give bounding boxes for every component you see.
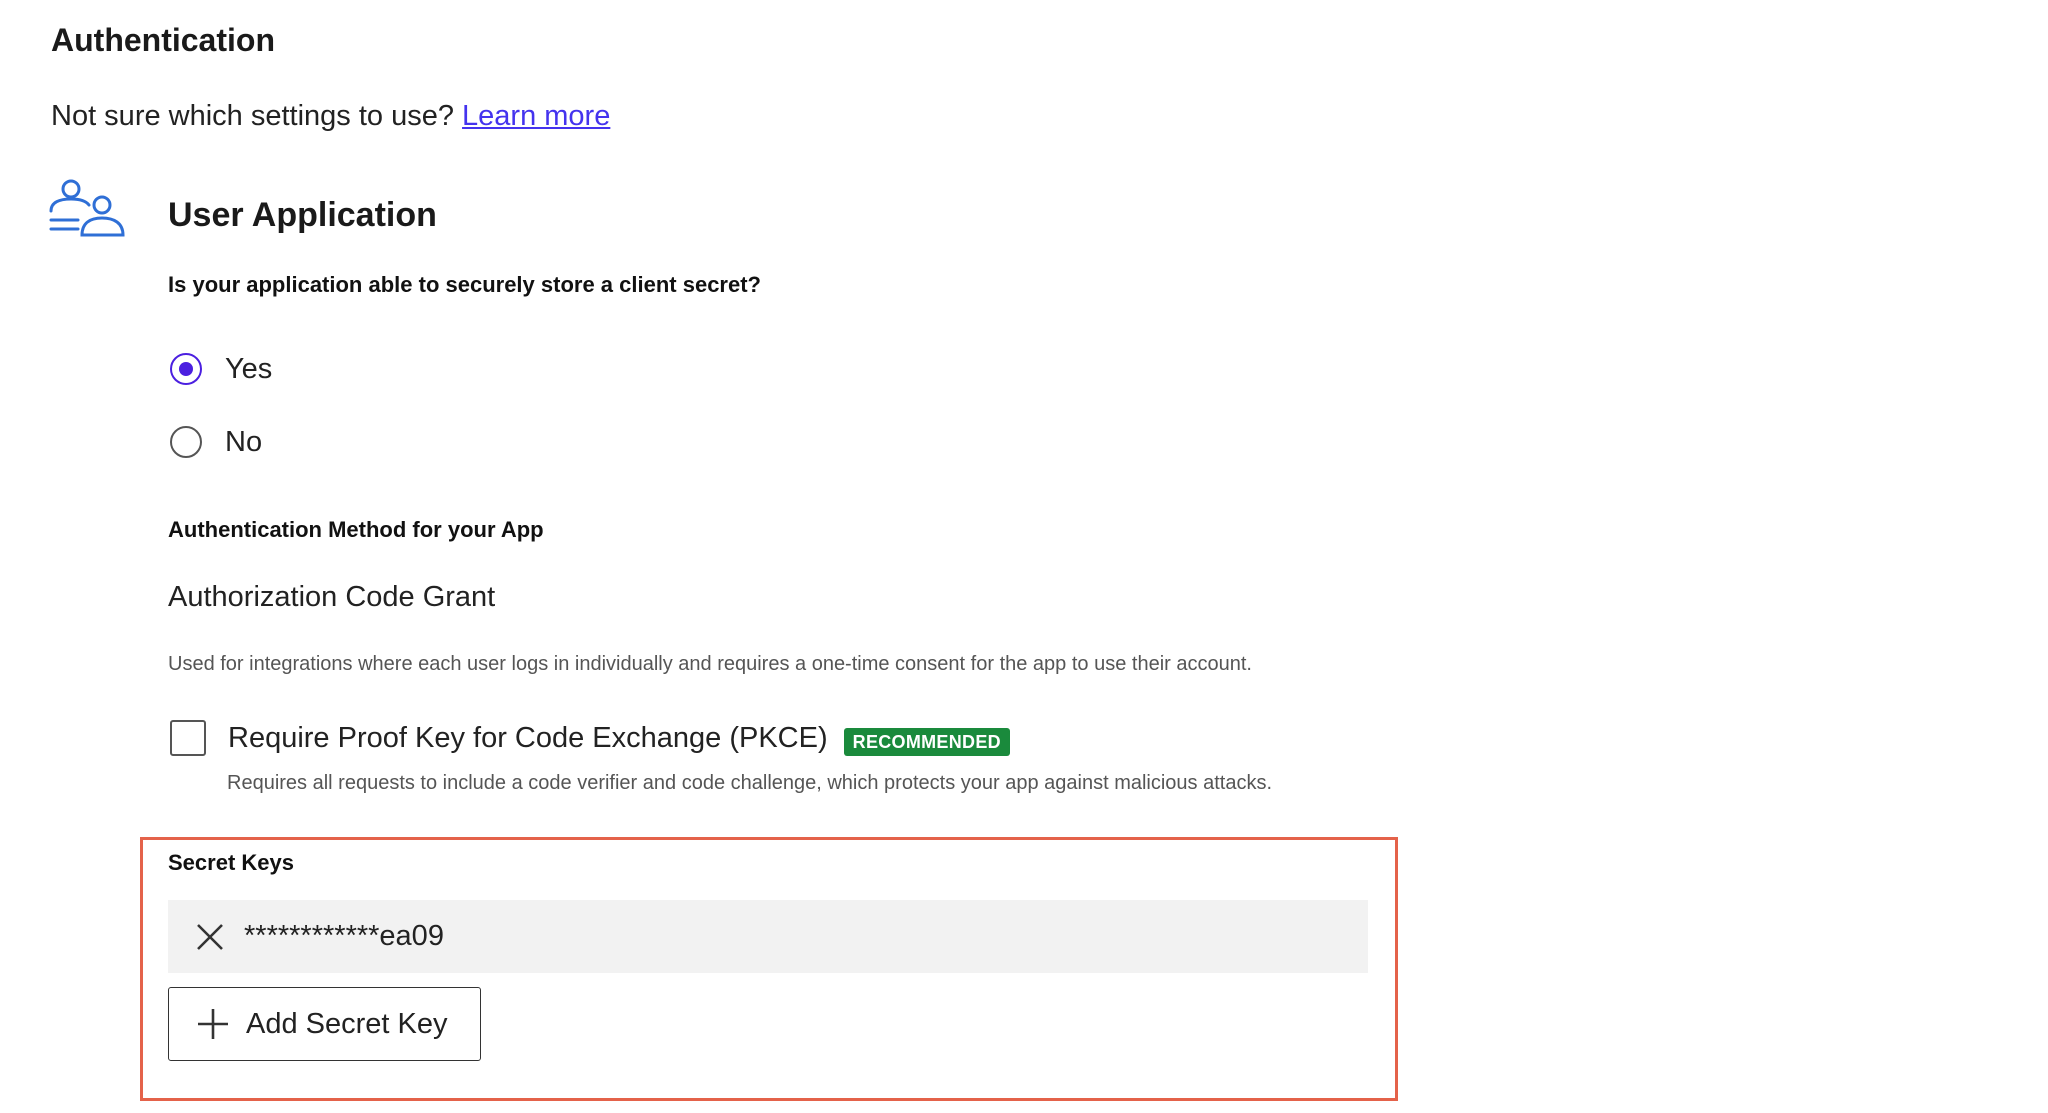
radio-option-no[interactable]: No: [170, 422, 262, 462]
auth-method-description: Used for integrations where each user lo…: [168, 653, 1252, 675]
radio-label-no: No: [225, 425, 263, 458]
close-icon: [197, 923, 223, 950]
auth-method-value: Authorization Code Grant: [168, 581, 496, 613]
recommended-badge: RECOMMENDED: [843, 728, 1010, 756]
radio-button-yes[interactable]: [170, 353, 202, 385]
auth-method-label: Authentication Method for your App: [168, 517, 544, 542]
learn-more-link[interactable]: Learn more: [462, 100, 610, 132]
add-secret-key-button[interactable]: Add Secret Key: [168, 987, 481, 1061]
intro-text: Not sure which settings to use? Learn mo…: [51, 100, 610, 133]
add-secret-key-label: Add Secret Key: [246, 1007, 448, 1040]
user-application-title: User Application: [168, 196, 437, 234]
remove-key-button[interactable]: [186, 913, 234, 961]
radio-button-no[interactable]: [170, 426, 202, 458]
secret-key-masked-value: ************ea09: [244, 920, 444, 952]
secret-keys-label: Secret Keys: [168, 850, 294, 875]
pkce-description: Requires all requests to include a code …: [227, 772, 1273, 794]
radio-selected-dot: [179, 362, 193, 376]
pkce-option[interactable]: Require Proof Key for Code Exchange (PKC…: [170, 718, 1010, 758]
plus-icon: [198, 1009, 228, 1039]
pkce-label: Require Proof Key for Code Exchange (PKC…: [228, 721, 828, 754]
pkce-checkbox[interactable]: [170, 720, 206, 756]
intro-label: Not sure which settings to use?: [51, 100, 463, 132]
radio-option-yes[interactable]: Yes: [170, 349, 272, 389]
section-title: Authentication: [51, 22, 275, 58]
radio-label-yes: Yes: [225, 352, 273, 385]
users-icon: [49, 179, 125, 237]
client-secret-question: Is your application able to securely sto…: [168, 272, 761, 297]
secret-key-row: ************ea09: [168, 900, 1368, 973]
